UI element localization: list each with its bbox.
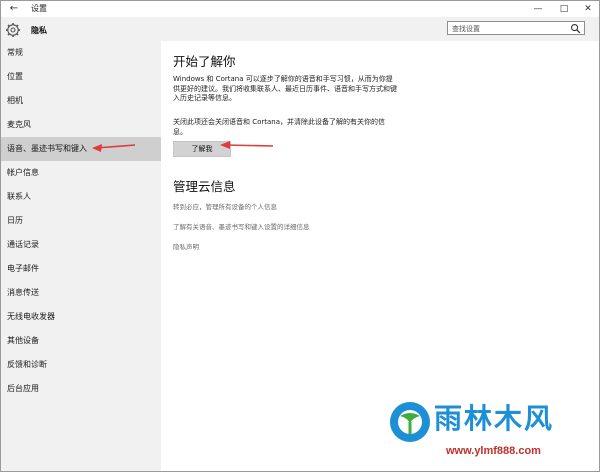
sidebar-item-label: 反馈和诊断 (7, 360, 47, 369)
sidebar-item-label: 常规 (7, 48, 23, 57)
sidebar-header-label: 隐私 (31, 26, 47, 35)
sidebar-item-label: 通话记录 (7, 240, 39, 249)
watermark-url: www.ylmf888.com (446, 445, 541, 457)
sidebar-item-label: 相机 (7, 96, 23, 105)
window-title: 设置 (31, 4, 47, 13)
link-learn-more[interactable]: 了解有关语音、墨迹书写和键入设置的详细信息 (173, 223, 310, 232)
back-arrow-icon[interactable]: ← (7, 2, 21, 16)
sidebar-item-location[interactable]: 位置 (1, 65, 161, 89)
sidebar-item-label: 日历 (7, 216, 23, 225)
sidebar-item-label: 消息传送 (7, 288, 39, 297)
sidebar-item-label: 无线电收发器 (7, 312, 55, 321)
search-box[interactable] (447, 21, 585, 35)
section-title-manage-cloud-info: 管理云信息 (173, 179, 236, 194)
sidebar-item-label: 位置 (7, 72, 23, 81)
sidebar-item-speech-inking-typing[interactable]: 语音、墨迹书写和键入 (1, 137, 161, 161)
sidebar-item-label: 麦克风 (7, 120, 31, 129)
section-note: 关闭此项还会关闭语音和 Cortana，并清除此设备了解的有关你的信息。 (173, 118, 386, 136)
annotation-arrow-icon (220, 141, 274, 149)
sidebar: 隐私 常规 位置 相机 麦克风 语音、墨迹书写和键入 帐户信息 联系人 日历 通… (1, 17, 161, 471)
sidebar-item-call-history[interactable]: 通话记录 (1, 233, 161, 257)
annotation-arrow-icon (92, 144, 136, 152)
sidebar-item-calendar[interactable]: 日历 (1, 209, 161, 233)
sidebar-item-background-apps[interactable]: 后台应用 (1, 377, 161, 401)
watermark: 雨林木风 www.ylmf888.com (388, 398, 598, 466)
sidebar-item-other-devices[interactable]: 其他设备 (1, 329, 161, 353)
section-description: Windows 和 Cortana 可以逐步了解你的语音和手写习惯，从而为你提供… (173, 75, 397, 102)
sidebar-item-label: 帐户信息 (7, 168, 39, 177)
title-bar: ← 设置 — □ ✕ (1, 1, 599, 17)
sidebar-item-microphone[interactable]: 麦克风 (1, 113, 161, 137)
sidebar-item-camera[interactable]: 相机 (1, 89, 161, 113)
sidebar-item-label: 电子邮件 (7, 264, 39, 273)
section-title-get-to-know-you: 开始了解你 (173, 54, 236, 69)
sidebar-item-contacts[interactable]: 联系人 (1, 185, 161, 209)
sidebar-item-account-info[interactable]: 帐户信息 (1, 161, 161, 185)
ylmf-logo-icon (390, 402, 430, 442)
search-icon[interactable] (570, 23, 581, 34)
watermark-brand: 雨林木风 (434, 402, 555, 435)
maximize-button[interactable]: □ (551, 1, 577, 17)
link-privacy-statement[interactable]: 隐私声明 (173, 243, 199, 252)
sidebar-item-label: 其他设备 (7, 336, 39, 345)
sidebar-item-label: 联系人 (7, 192, 31, 201)
minimize-button[interactable]: — (525, 1, 551, 17)
close-button[interactable]: ✕ (575, 1, 599, 17)
sidebar-item-label: 语音、墨迹书写和键入 (7, 144, 87, 153)
gear-icon (6, 23, 20, 37)
link-bing-manage[interactable]: 转到必应，管理所有设备的个人信息 (173, 203, 277, 212)
sidebar-item-radios[interactable]: 无线电收发器 (1, 305, 161, 329)
sidebar-item-label: 后台应用 (7, 384, 39, 393)
sidebar-item-messaging[interactable]: 消息传送 (1, 281, 161, 305)
sidebar-item-feedback-diagnostics[interactable]: 反馈和诊断 (1, 353, 161, 377)
search-input[interactable] (452, 23, 564, 34)
sidebar-item-email[interactable]: 电子邮件 (1, 257, 161, 281)
sidebar-item-general[interactable]: 常规 (1, 41, 161, 65)
